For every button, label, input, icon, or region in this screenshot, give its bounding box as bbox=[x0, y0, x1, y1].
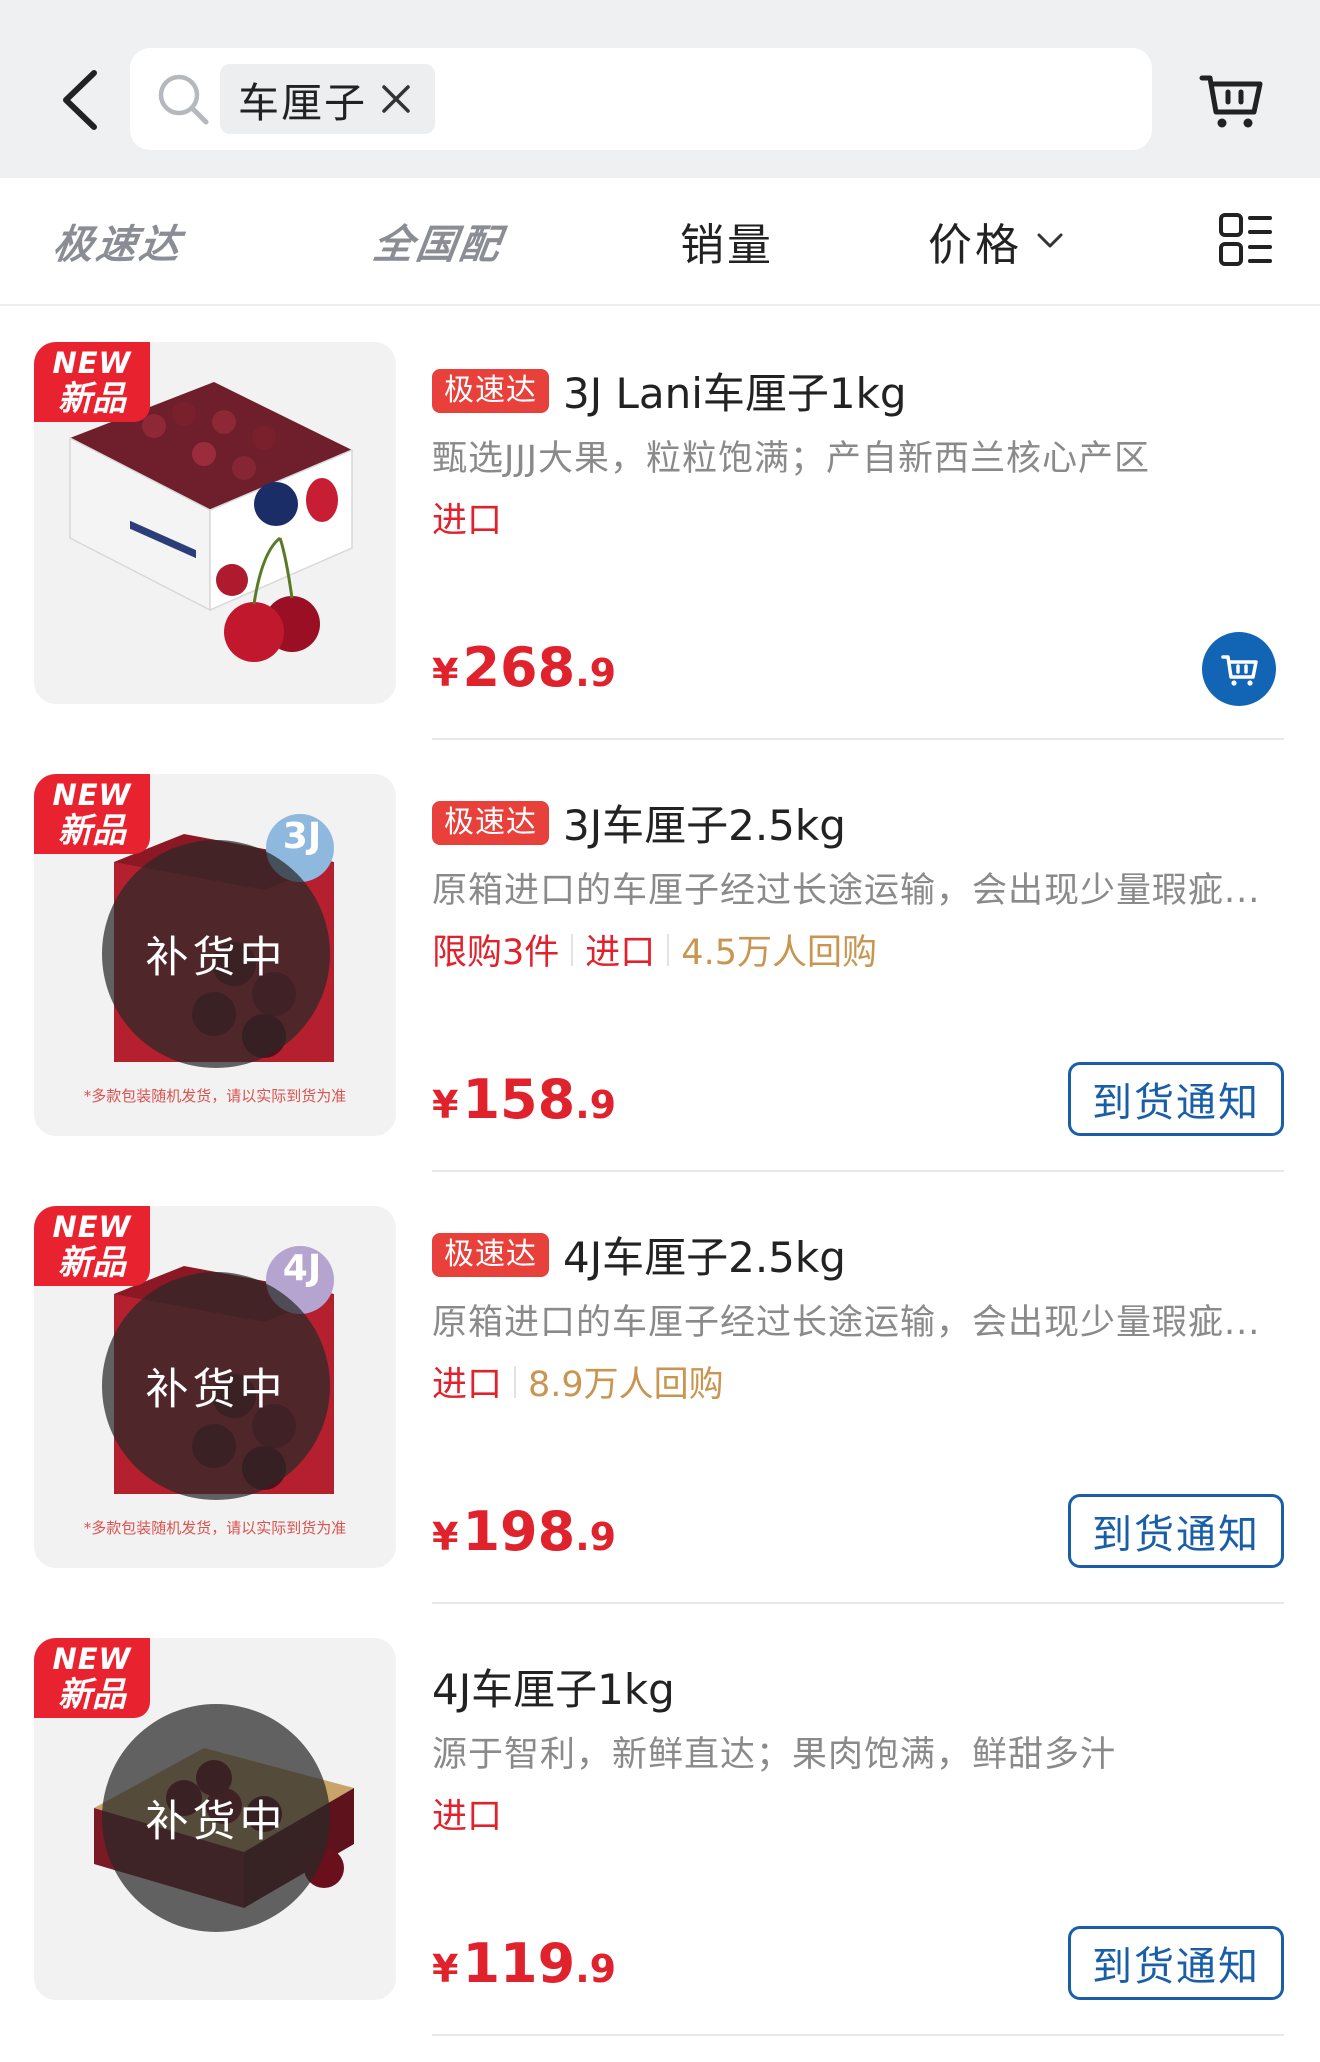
size-badge: 4J bbox=[282, 1248, 322, 1289]
search-query-text: 车厘子 bbox=[238, 79, 367, 127]
product-info: 4J车厘子1kg 源于智利，新鲜直达；果肉饱满，鲜甜多汁 进口 ¥ 119 .9… bbox=[432, 1602, 1284, 2034]
close-icon[interactable] bbox=[379, 82, 413, 116]
tag-separator bbox=[514, 1365, 517, 1398]
tab-price[interactable]: 价格 bbox=[928, 178, 1064, 304]
repurchase-tag: 8.9万人回购 bbox=[528, 1365, 724, 1405]
product-price: ¥ 268 .9 bbox=[432, 636, 617, 699]
product-tags: 限购3件 进口 4.5万人回购 bbox=[432, 924, 877, 975]
product-description: 源于智利，新鲜直达；果肉饱满，鲜甜多汁 bbox=[432, 1735, 1117, 1775]
product-description: 甄选JJJ大果，粒粒饱满；产自新西兰核心产区 bbox=[432, 439, 1150, 479]
product-tags: 进口 bbox=[432, 492, 502, 543]
product-info: 极速达 3J车厘子2.5kg 原箱进口的车厘子经过长途运输，会出现少量瑕疵...… bbox=[432, 738, 1284, 1170]
new-product-badge: NEW 新品 bbox=[34, 774, 150, 854]
product-card[interactable]: 3J 补货中 *多款包装随机发货，请以实际到货为准 NEW 新品 极速达 3J车… bbox=[0, 738, 1320, 1170]
product-image[interactable]: 补货中 NEW 新品 bbox=[34, 1638, 396, 2000]
tab-sales-label: 销量 bbox=[680, 220, 774, 271]
product-description: 原箱进口的车厘子经过长途运输，会出现少量瑕疵... bbox=[432, 1303, 1261, 1343]
chevron-down-icon bbox=[1037, 233, 1063, 248]
tab-nationwide[interactable]: 全国配 bbox=[370, 178, 505, 304]
product-title: 3J Lani车厘子1kg bbox=[563, 369, 907, 418]
product-price: ¥ 158 .9 bbox=[432, 1068, 617, 1131]
tab-price-label: 价格 bbox=[928, 220, 1022, 271]
product-title-row: 4J车厘子1kg bbox=[432, 1656, 675, 1717]
cart-plus-icon bbox=[1221, 655, 1258, 686]
arrival-notify-button[interactable]: 到货通知 bbox=[1068, 1494, 1284, 1568]
product-title: 4J车厘子1kg bbox=[432, 1665, 675, 1714]
search-icon bbox=[158, 74, 209, 125]
restock-overlay: 补货中 bbox=[102, 840, 330, 1068]
product-title-row: 极速达 3J Lani车厘子1kg bbox=[432, 360, 907, 421]
product-card[interactable]: NEW 新品 极速达 3J Lani车厘子1kg 甄选JJJ大果，粒粒饱满；产自… bbox=[0, 306, 1320, 738]
new-product-badge: NEW 新品 bbox=[34, 1206, 150, 1286]
top-bar: 车厘子 bbox=[0, 0, 1320, 178]
tag-separator bbox=[667, 933, 670, 966]
product-title: 3J车厘子2.5kg bbox=[563, 801, 846, 850]
back-button[interactable] bbox=[52, 62, 108, 138]
restock-overlay: 补货中 bbox=[102, 1272, 330, 1500]
search-query-chip[interactable]: 车厘子 bbox=[220, 64, 435, 134]
product-image[interactable]: 4J 补货中 *多款包装随机发货，请以实际到货为准 NEW 新品 bbox=[34, 1206, 396, 1568]
tab-nationwide-label: 全国配 bbox=[370, 222, 506, 268]
list-divider bbox=[432, 2034, 1284, 2036]
import-tag: 进口 bbox=[432, 501, 503, 541]
new-product-badge: NEW 新品 bbox=[34, 342, 150, 422]
product-title: 4J车厘子2.5kg bbox=[563, 1233, 846, 1282]
chevron-left-icon bbox=[63, 70, 97, 130]
product-info: 极速达 3J Lani车厘子1kg 甄选JJJ大果，粒粒饱满；产自新西兰核心产区… bbox=[432, 306, 1284, 738]
import-tag: 进口 bbox=[432, 1365, 503, 1405]
new-product-badge: NEW 新品 bbox=[34, 1638, 150, 1718]
tag-separator bbox=[571, 933, 574, 966]
purchase-limit-tag: 限购3件 bbox=[432, 933, 560, 973]
product-card[interactable]: 补货中 NEW 新品 4J车厘子1kg 源于智利，新鲜直达；果肉饱满，鲜甜多汁 … bbox=[0, 1602, 1320, 2034]
express-tag: 极速达 bbox=[432, 800, 549, 845]
cart-icon bbox=[1199, 75, 1263, 128]
product-title-row: 极速达 3J车厘子2.5kg bbox=[432, 792, 846, 853]
grid-list-icon bbox=[1219, 213, 1272, 266]
arrival-notify-button[interactable]: 到货通知 bbox=[1068, 1926, 1284, 2000]
arrival-notify-button[interactable]: 到货通知 bbox=[1068, 1062, 1284, 1136]
product-info: 极速达 4J车厘子2.5kg 原箱进口的车厘子经过长途运输，会出现少量瑕疵...… bbox=[432, 1170, 1284, 1602]
product-description: 原箱进口的车厘子经过长途运输，会出现少量瑕疵... bbox=[432, 871, 1261, 911]
import-tag: 进口 bbox=[432, 1797, 503, 1837]
add-to-cart-button[interactable] bbox=[1202, 632, 1276, 706]
product-price: ¥ 198 .9 bbox=[432, 1500, 617, 1563]
cart-button[interactable] bbox=[1196, 64, 1266, 134]
size-badge: 3J bbox=[282, 816, 322, 857]
repurchase-tag: 4.5万人回购 bbox=[681, 933, 877, 973]
product-tags: 进口 bbox=[432, 1788, 502, 1839]
tab-express-label: 极速达 bbox=[50, 222, 186, 268]
tab-sales[interactable]: 销量 bbox=[680, 178, 774, 304]
product-image[interactable]: 3J 补货中 *多款包装随机发货，请以实际到货为准 NEW 新品 bbox=[34, 774, 396, 1136]
product-card[interactable]: 4J 补货中 *多款包装随机发货，请以实际到货为准 NEW 新品 极速达 4J车… bbox=[0, 1170, 1320, 1602]
product-title-row: 极速达 4J车厘子2.5kg bbox=[432, 1224, 846, 1285]
product-price: ¥ 119 .9 bbox=[432, 1932, 617, 1995]
import-tag: 进口 bbox=[585, 933, 656, 973]
filter-bar: 极速达 全国配 销量 价格 bbox=[0, 178, 1320, 306]
tab-express-delivery[interactable]: 极速达 bbox=[50, 178, 185, 304]
express-tag: 极速达 bbox=[432, 1232, 549, 1277]
packaging-note: *多款包装随机发货，请以实际到货为准 bbox=[83, 1519, 347, 1537]
layout-toggle-button[interactable] bbox=[1218, 212, 1272, 268]
product-tags: 进口 8.9万人回购 bbox=[432, 1356, 724, 1407]
product-image[interactable]: NEW 新品 bbox=[34, 342, 396, 704]
restock-overlay: 补货中 bbox=[102, 1704, 330, 1932]
packaging-note: *多款包装随机发货，请以实际到货为准 bbox=[83, 1087, 347, 1105]
express-tag: 极速达 bbox=[432, 368, 549, 413]
search-box[interactable]: 车厘子 bbox=[130, 48, 1152, 150]
